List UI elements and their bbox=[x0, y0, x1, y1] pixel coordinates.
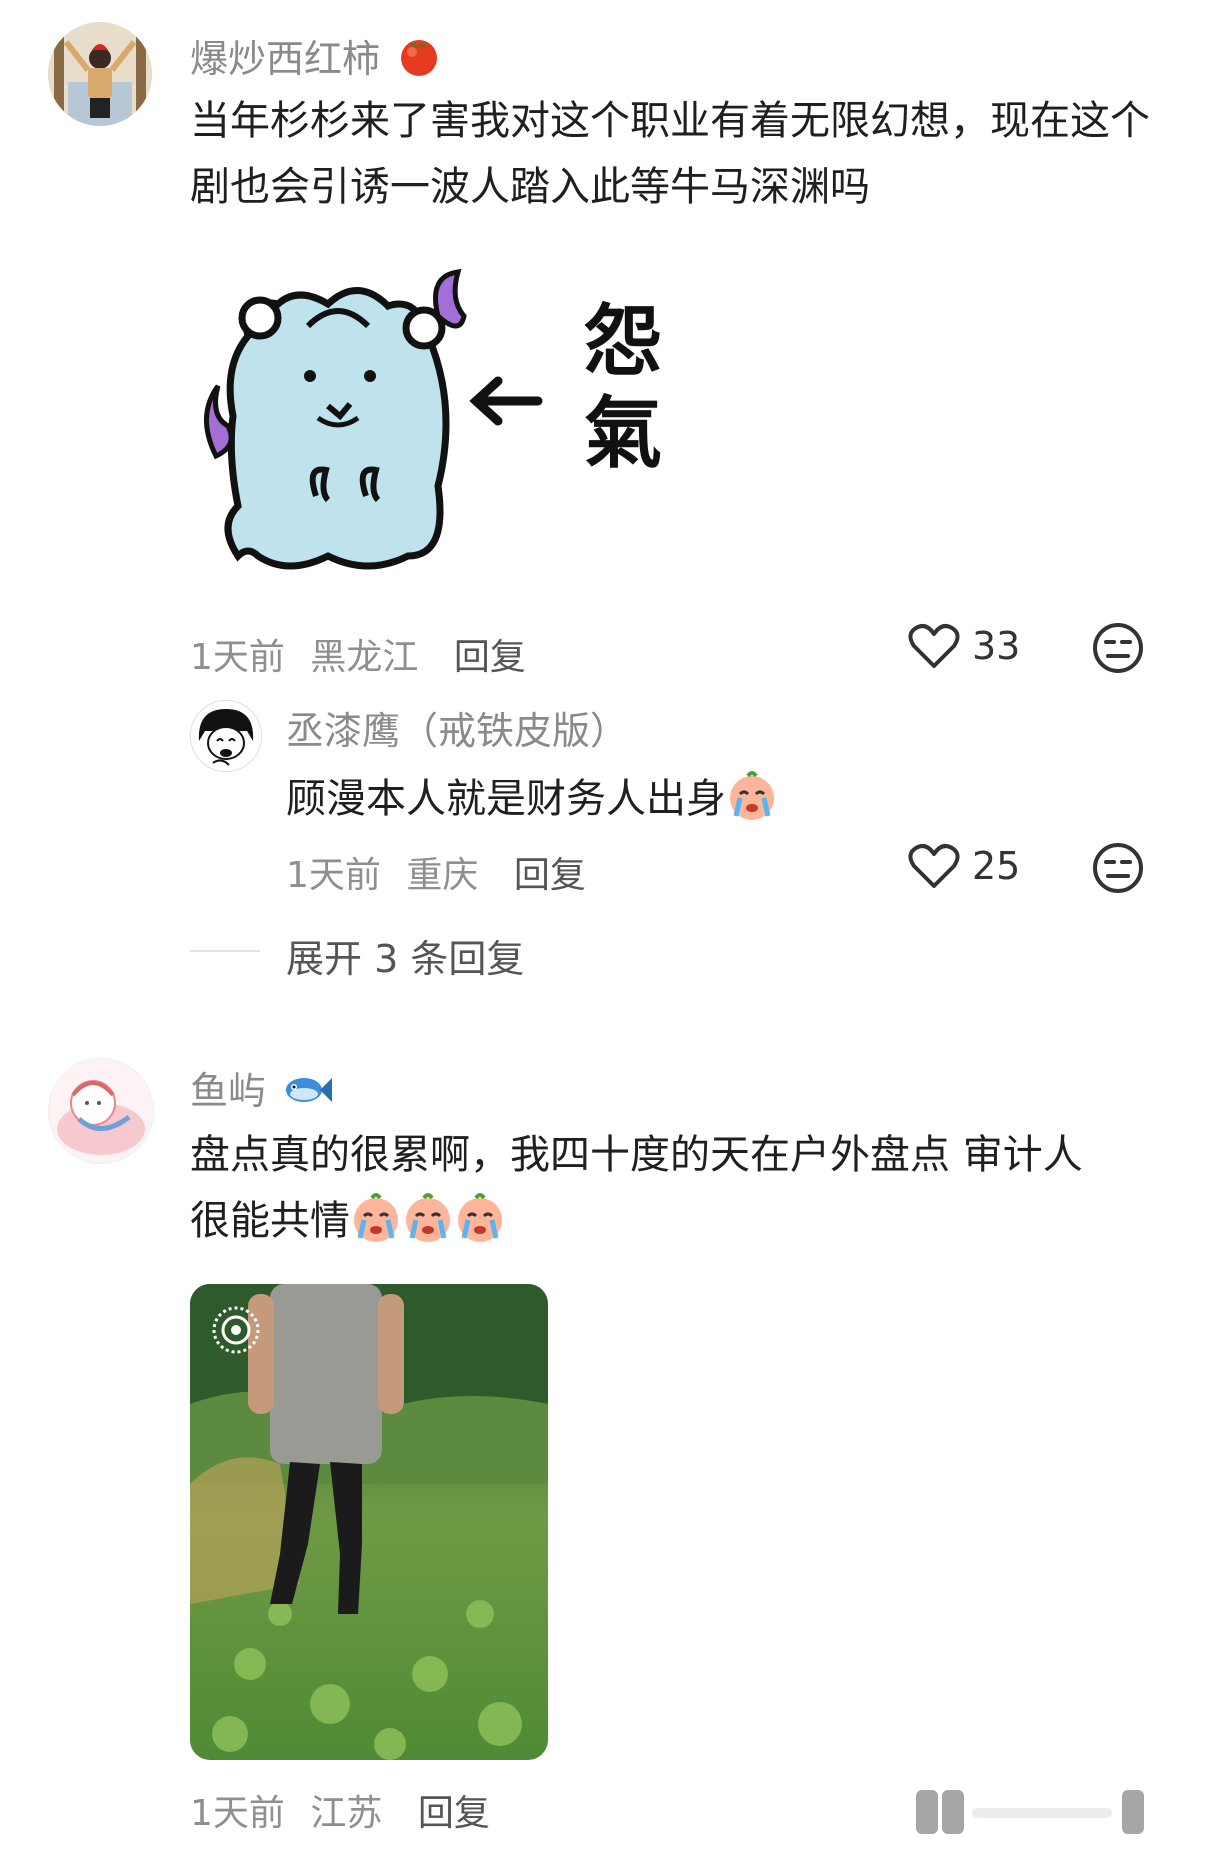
reply-meta: 1天前 重庆 回复 bbox=[286, 846, 586, 898]
comment-time: 1天前 bbox=[190, 1793, 285, 1834]
reply-button[interactable]: 回复 bbox=[454, 637, 526, 678]
comment-username[interactable]: 鱼屿 bbox=[190, 1070, 334, 1116]
like-button[interactable]: 33 bbox=[908, 622, 1020, 670]
comment-meta: 1天前 江苏 回复 bbox=[190, 1784, 490, 1836]
crying-peach-emoji-icon bbox=[354, 1193, 398, 1242]
comment-photo[interactable] bbox=[190, 1284, 548, 1760]
reply-text: 顾漫本人就是财务人出身 bbox=[286, 766, 778, 832]
fish-icon bbox=[282, 1070, 334, 1116]
neutral-face-icon bbox=[1093, 623, 1143, 673]
dislike-button[interactable] bbox=[1092, 622, 1144, 678]
reply-time: 1天前 bbox=[286, 855, 381, 896]
reply-location: 重庆 bbox=[406, 855, 479, 896]
crying-peach-emoji-icon bbox=[730, 771, 774, 820]
sticker-image[interactable]: 怨氣 bbox=[188, 256, 668, 600]
comment-location: 江苏 bbox=[310, 1793, 383, 1834]
crying-peach-emoji-icon bbox=[458, 1193, 502, 1242]
tomato-icon bbox=[396, 32, 442, 84]
username-text[interactable]: 爆炒西红柿 bbox=[190, 37, 380, 81]
crying-peach-emoji-icon bbox=[406, 1193, 450, 1242]
reply-avatar[interactable] bbox=[190, 700, 262, 772]
neutral-face-icon bbox=[1093, 843, 1143, 893]
avatar[interactable] bbox=[48, 22, 152, 126]
heart-icon bbox=[908, 844, 960, 888]
expand-divider bbox=[190, 950, 260, 952]
avatar[interactable] bbox=[48, 1058, 154, 1164]
comment-text-line-2: 很能共情 bbox=[190, 1188, 1170, 1254]
reply-text-content: 顾漫本人就是财务人出身 bbox=[286, 776, 726, 822]
reply-dislike-button[interactable] bbox=[1092, 842, 1144, 898]
like-count: 33 bbox=[972, 624, 1021, 668]
comment-text-line-2-content: 很能共情 bbox=[190, 1198, 350, 1244]
comment-text-line-1: 盘点真的很累啊，我四十度的天在户外盘点 审计人 bbox=[190, 1132, 1083, 1178]
reply-username[interactable]: 丞漆鹰（戒铁皮版） bbox=[286, 712, 628, 750]
expand-replies-button[interactable]: 展开 3 条回复 bbox=[286, 928, 524, 983]
comment-text: 当年杉杉来了害我对这个职业有着无限幻想，现在这个剧也会引诱一波人踏入此等牛马深渊… bbox=[190, 98, 1150, 210]
comment-meta: 1天前 黑龙江 回复 bbox=[190, 628, 526, 680]
username-text[interactable]: 鱼屿 bbox=[190, 1069, 266, 1113]
watermark-graphic bbox=[916, 1780, 1176, 1840]
reply-button[interactable]: 回复 bbox=[418, 1793, 490, 1834]
comment-username[interactable]: 爆炒西红柿 bbox=[190, 32, 442, 84]
reply-like-count: 25 bbox=[972, 844, 1021, 888]
reply-reply-button[interactable]: 回复 bbox=[514, 855, 586, 896]
heart-icon bbox=[908, 624, 960, 668]
comment-location: 黑龙江 bbox=[310, 637, 419, 678]
comment-time: 1天前 bbox=[190, 637, 285, 678]
comment-text: 盘点真的很累啊，我四十度的天在户外盘点 审计人 很能共情 bbox=[190, 1122, 1170, 1254]
reply-like-button[interactable]: 25 bbox=[908, 842, 1020, 890]
sticker-caption: 怨氣 bbox=[584, 296, 663, 479]
